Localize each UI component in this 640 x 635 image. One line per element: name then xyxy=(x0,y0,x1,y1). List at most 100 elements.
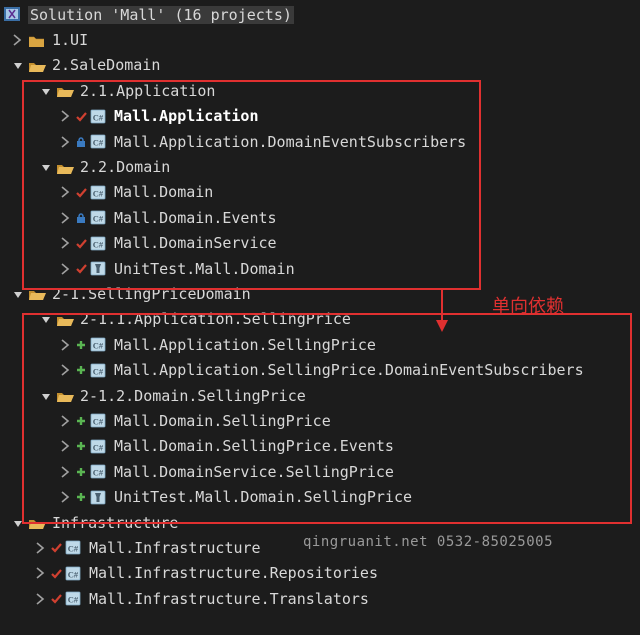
collapse-icon[interactable] xyxy=(38,389,52,403)
collapse-icon[interactable] xyxy=(10,287,24,301)
project-label: UnitTest.Mall.Domain xyxy=(114,260,295,278)
collapse-icon[interactable] xyxy=(38,84,52,98)
csharp-project-icon xyxy=(90,413,108,429)
folder-label: 2.2.Domain xyxy=(80,158,170,176)
expand-icon[interactable] xyxy=(58,414,72,428)
folder-infrastructure[interactable]: Infrastructure xyxy=(0,510,640,535)
folder-21-application[interactable]: 2.1.Application xyxy=(0,78,640,103)
csharp-project-icon xyxy=(90,337,108,353)
folder-21-sellingprice[interactable]: 2-1.SellingPriceDomain xyxy=(0,281,640,306)
csharp-project-icon xyxy=(90,464,108,480)
project-sp-domainservice[interactable]: Mall.DomainService.SellingPrice xyxy=(0,459,640,484)
check-icon xyxy=(51,565,63,581)
folder-label: Infrastructure xyxy=(52,514,178,532)
folder-22-domain[interactable]: 2.2.Domain xyxy=(0,154,640,179)
project-sp-unittest[interactable]: UnitTest.Mall.Domain.SellingPrice xyxy=(0,484,640,509)
project-label: Mall.DomainService.SellingPrice xyxy=(114,463,394,481)
project-mall-domainservice[interactable]: Mall.DomainService xyxy=(0,231,640,256)
csharp-project-icon xyxy=(65,540,83,556)
expand-icon[interactable] xyxy=(58,363,72,377)
folder-label: 2-1.SellingPriceDomain xyxy=(52,285,251,303)
project-label: Mall.DomainService xyxy=(114,234,277,252)
lock-icon xyxy=(76,134,88,150)
expand-icon[interactable] xyxy=(58,465,72,479)
check-icon xyxy=(76,184,88,200)
folder-label: 2-1.2.Domain.SellingPrice xyxy=(80,387,306,405)
expand-icon[interactable] xyxy=(58,262,72,276)
expand-icon[interactable] xyxy=(58,135,72,149)
lock-icon xyxy=(76,210,88,226)
project-sp-app[interactable]: Mall.Application.SellingPrice xyxy=(0,332,640,357)
project-sp-domain[interactable]: Mall.Domain.SellingPrice xyxy=(0,408,640,433)
expand-icon[interactable] xyxy=(58,211,72,225)
project-label: Mall.Infrastructure.Translators xyxy=(89,590,369,608)
folder-closed-icon xyxy=(28,32,46,48)
project-unittest-domain[interactable]: UnitTest.Mall.Domain xyxy=(0,256,640,281)
csharp-project-icon xyxy=(90,210,108,226)
project-mall-domain-events[interactable]: Mall.Domain.Events xyxy=(0,205,640,230)
folder-label: 2.1.Application xyxy=(80,82,215,100)
folder-label: 2.SaleDomain xyxy=(52,56,160,74)
collapse-icon[interactable] xyxy=(38,312,52,326)
plus-icon xyxy=(76,337,88,353)
project-label: Mall.Domain.Events xyxy=(114,209,277,227)
project-mall-infra[interactable]: Mall.Infrastructure xyxy=(0,535,640,560)
check-icon xyxy=(76,108,88,124)
project-label: Mall.Application.SellingPrice xyxy=(114,336,376,354)
collapse-icon[interactable] xyxy=(10,58,24,72)
expand-icon[interactable] xyxy=(33,541,47,555)
folder-2-saledomain[interactable]: 2.SaleDomain xyxy=(0,53,640,78)
solution-title: Solution 'Mall' (16 projects) xyxy=(28,6,294,24)
test-project-icon xyxy=(90,261,108,277)
expand-icon[interactable] xyxy=(58,109,72,123)
expand-icon[interactable] xyxy=(10,33,24,47)
expand-icon[interactable] xyxy=(33,592,47,606)
folder-open-icon xyxy=(28,57,46,73)
solution-icon xyxy=(4,7,22,23)
project-label: Mall.Application.DomainEventSubscribers xyxy=(114,133,466,151)
folder-211-app-sp[interactable]: 2-1.1.Application.SellingPrice xyxy=(0,307,640,332)
project-label: Mall.Domain.SellingPrice.Events xyxy=(114,437,394,455)
expand-icon[interactable] xyxy=(58,338,72,352)
csharp-project-icon xyxy=(90,362,108,378)
project-label: Mall.Domain.SellingPrice xyxy=(114,412,331,430)
expand-icon[interactable] xyxy=(58,236,72,250)
project-sp-domain-events[interactable]: Mall.Domain.SellingPrice.Events xyxy=(0,434,640,459)
project-mall-domain[interactable]: Mall.Domain xyxy=(0,180,640,205)
project-label: UnitTest.Mall.Domain.SellingPrice xyxy=(114,488,412,506)
solution-row[interactable]: Solution 'Mall' (16 projects) xyxy=(0,2,640,27)
folder-open-icon xyxy=(56,388,74,404)
folder-label: 2-1.1.Application.SellingPrice xyxy=(80,310,351,328)
plus-icon xyxy=(76,413,88,429)
project-label: Mall.Infrastructure xyxy=(89,539,261,557)
collapse-icon[interactable] xyxy=(10,516,24,530)
folder-open-icon xyxy=(28,286,46,302)
expand-icon[interactable] xyxy=(58,439,72,453)
check-icon xyxy=(76,261,88,277)
project-mall-infra-repo[interactable]: Mall.Infrastructure.Repositories xyxy=(0,561,640,586)
project-mall-infra-trans[interactable]: Mall.Infrastructure.Translators xyxy=(0,586,640,611)
collapse-icon[interactable] xyxy=(38,160,52,174)
folder-open-icon xyxy=(56,83,74,99)
csharp-project-icon xyxy=(90,438,108,454)
folder-1-ui[interactable]: 1.UI xyxy=(0,27,640,52)
expand-icon[interactable] xyxy=(58,185,72,199)
csharp-project-icon xyxy=(65,565,83,581)
project-sp-app-subs[interactable]: Mall.Application.SellingPrice.DomainEven… xyxy=(0,357,640,382)
check-icon xyxy=(76,235,88,251)
csharp-project-icon xyxy=(90,134,108,150)
expand-icon[interactable] xyxy=(33,566,47,580)
plus-icon xyxy=(76,362,88,378)
project-label: Mall.Domain xyxy=(114,183,213,201)
project-mall-application[interactable]: Mall.Application xyxy=(0,104,640,129)
folder-label: 1.UI xyxy=(52,31,88,49)
folder-open-icon xyxy=(56,159,74,175)
plus-icon xyxy=(76,464,88,480)
check-icon xyxy=(51,591,63,607)
check-icon xyxy=(51,540,63,556)
plus-icon xyxy=(76,438,88,454)
project-mall-application-subs[interactable]: Mall.Application.DomainEventSubscribers xyxy=(0,129,640,154)
csharp-project-icon xyxy=(65,591,83,607)
expand-icon[interactable] xyxy=(58,490,72,504)
folder-212-domain-sp[interactable]: 2-1.2.Domain.SellingPrice xyxy=(0,383,640,408)
